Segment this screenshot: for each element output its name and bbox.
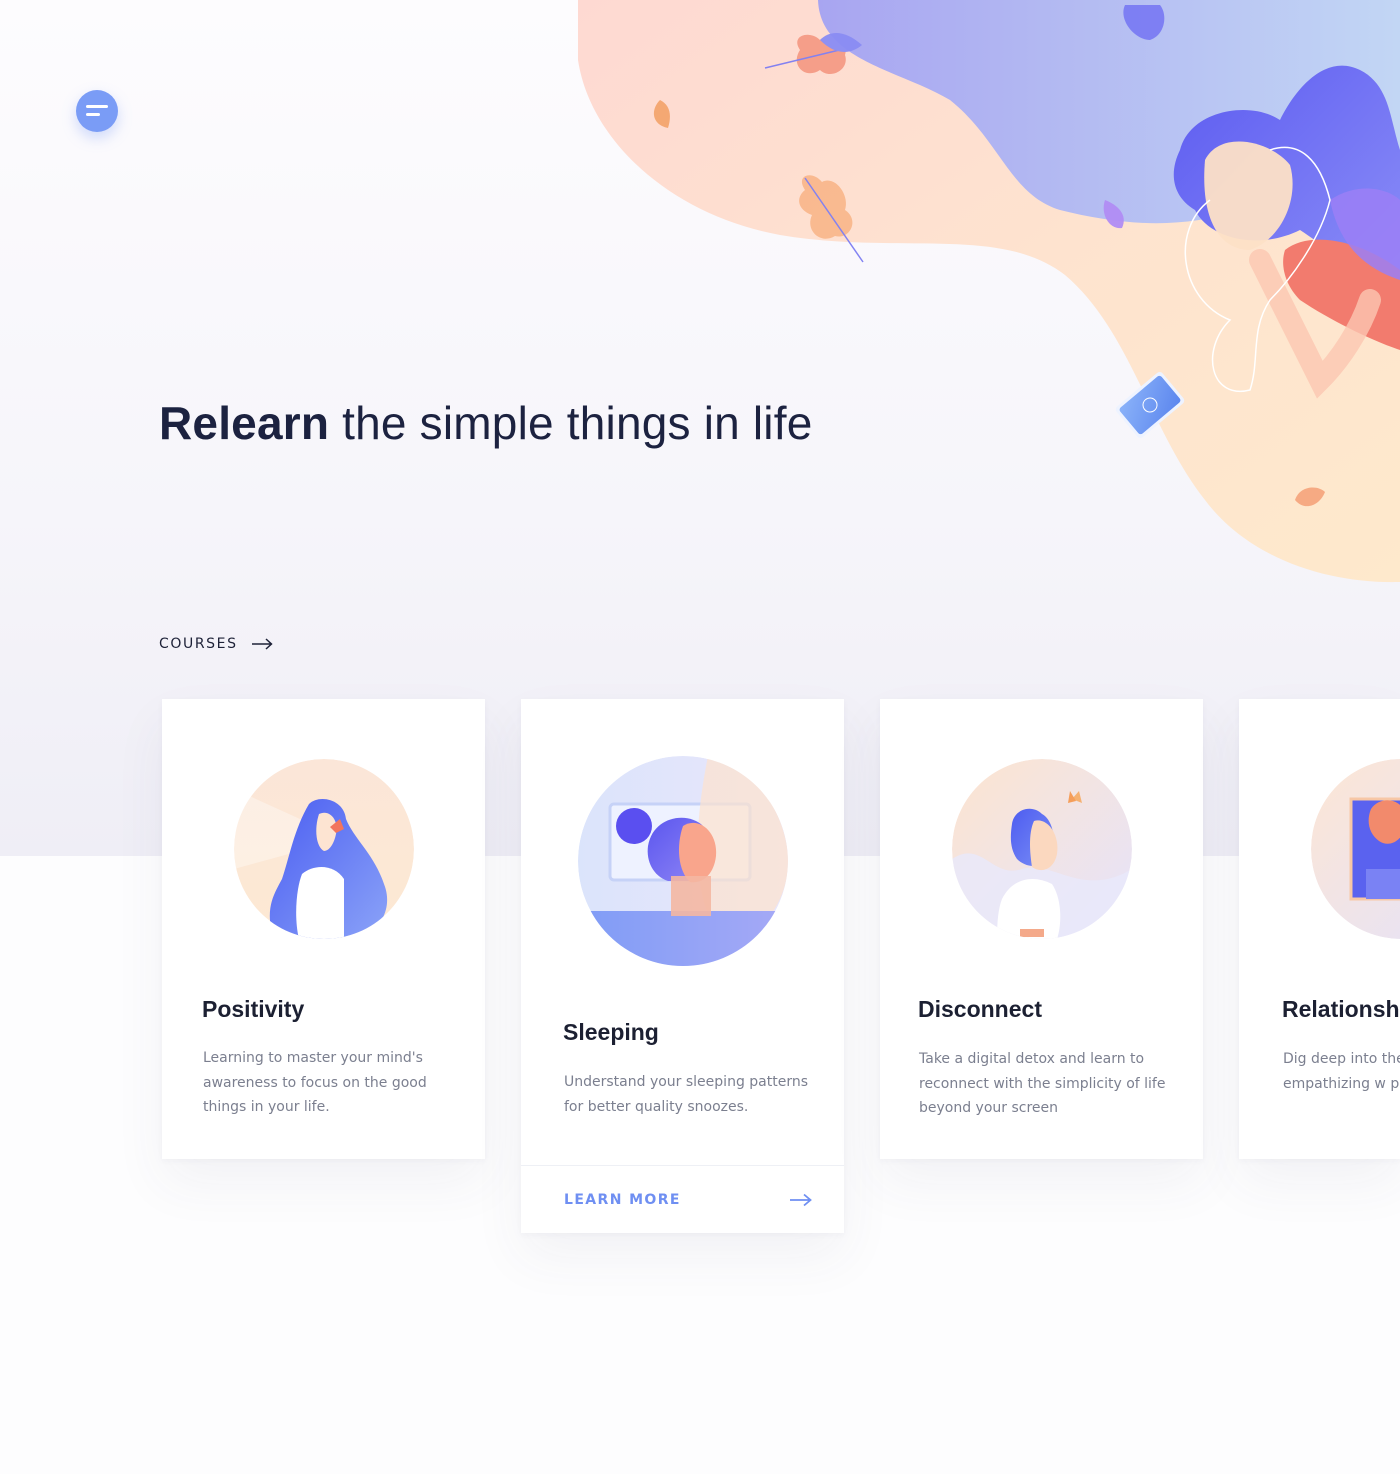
courses-link[interactable]: COURSES xyxy=(159,636,273,652)
card-description: Understand your sleeping patterns for be… xyxy=(564,1074,809,1115)
hero-title-rest: the simple things in life xyxy=(329,397,813,449)
card-title: Disconnect xyxy=(918,996,1042,1022)
woman-with-flower-illustration xyxy=(234,759,414,939)
learn-more-label: LEARN MORE xyxy=(564,1191,681,1208)
hero-illustration xyxy=(578,0,1400,583)
menu-button[interactable] xyxy=(76,90,118,132)
sleeping-woman-illustration xyxy=(578,756,788,966)
arrow-right-icon xyxy=(251,638,273,650)
hero-title-bold: Relearn xyxy=(159,397,330,449)
course-card-relationships[interactable]: Relationsh Dig deep into the to empathiz… xyxy=(1239,699,1400,1159)
card-title: Positivity xyxy=(202,996,305,1022)
learn-more-button[interactable]: LEARN MORE xyxy=(521,1165,844,1233)
course-card-disconnect[interactable]: Disconnect Take a digital detox and lear… xyxy=(880,699,1203,1159)
card-title: Sleeping xyxy=(563,1019,659,1045)
card-description: Dig deep into the to empathizing w partn… xyxy=(1283,1051,1400,1092)
course-card-positivity[interactable]: Positivity Learning to master your mind'… xyxy=(162,699,485,1159)
course-card-sleeping[interactable]: Sleeping Understand your sleeping patter… xyxy=(521,699,844,1233)
courses-label: COURSES xyxy=(159,636,238,652)
card-description: Learning to master your mind's awareness… xyxy=(203,1050,427,1115)
hero-title: Relearn the simple things in life xyxy=(159,396,812,450)
couple-illustration xyxy=(1311,759,1400,939)
arrow-right-icon xyxy=(790,1193,812,1206)
card-title: Relationsh xyxy=(1282,996,1400,1022)
card-description: Take a digital detox and learn to reconn… xyxy=(919,1051,1166,1116)
menu-icon xyxy=(86,105,108,108)
menu-icon-line xyxy=(86,113,100,116)
man-with-butterfly-illustration xyxy=(952,759,1132,939)
